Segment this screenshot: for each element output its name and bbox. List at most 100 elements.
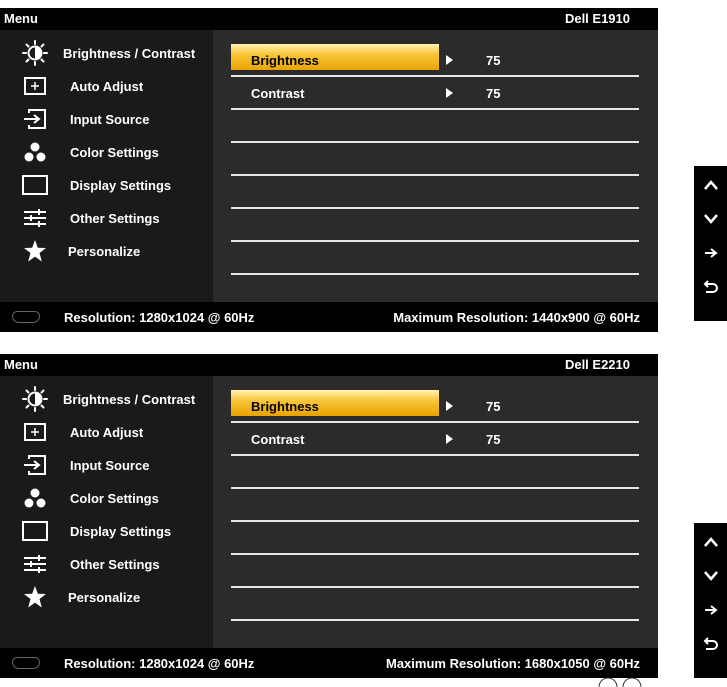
right-arrow-icon <box>704 605 718 615</box>
menu-item-label: Input Source <box>70 458 150 473</box>
menu-title: Menu <box>4 357 38 372</box>
status-bar: Resolution: 1280x1024 @ 60Hz Maximum Res… <box>0 648 658 678</box>
submenu-row-empty <box>231 143 639 176</box>
model-title: Dell E1910 <box>564 11 630 26</box>
submenu-row-empty <box>231 110 639 143</box>
personalize-icon <box>20 584 50 610</box>
color-settings-icon <box>20 139 50 165</box>
menu-item-label: Color Settings <box>70 145 159 160</box>
menu-item-personalize[interactable]: Personalize <box>0 581 213 614</box>
osd-title-bar: Menu Dell E2210 <box>0 354 658 376</box>
submenu-panel: Brightness 75 Contrast 75 <box>213 30 658 302</box>
brightness-icon <box>20 40 50 66</box>
osd-title-bar: Menu Dell E1910 <box>0 8 658 30</box>
other-settings-icon <box>20 551 50 577</box>
submenu-row-empty <box>231 522 639 555</box>
menu-item-brightness-contrast[interactable]: Brightness / Contrast <box>0 37 213 70</box>
play-arrow-icon <box>446 401 453 411</box>
menu-item-color-settings[interactable]: Color Settings <box>0 482 213 515</box>
osd-menu-e2210: Menu Dell E2210 Brightness / Contrast Au… <box>0 354 658 678</box>
menu-item-personalize[interactable]: Personalize <box>0 235 213 268</box>
display-settings-icon <box>20 518 50 544</box>
submenu-row-empty <box>231 242 639 275</box>
down-arrow-icon <box>703 214 718 224</box>
down-button[interactable] <box>694 563 727 589</box>
maximum-resolution: Maximum Resolution: 1440x900 @ 60Hz <box>393 310 640 325</box>
submenu-panel: Brightness 75 Contrast 75 <box>213 376 658 648</box>
menu-item-display-settings[interactable]: Display Settings <box>0 515 213 548</box>
enter-button[interactable] <box>694 240 727 266</box>
menu-item-label: Personalize <box>68 590 141 605</box>
submenu-row-empty <box>231 456 639 489</box>
menu-item-label: Auto Adjust <box>70 79 144 94</box>
up-arrow-icon <box>703 537 718 547</box>
auto-adjust-icon <box>20 73 50 99</box>
maximum-resolution: Maximum Resolution: 1680x1050 @ 60Hz <box>386 656 640 671</box>
up-button[interactable] <box>694 529 727 555</box>
menu-item-label: Color Settings <box>70 491 159 506</box>
main-menu: Brightness / Contrast Auto Adjust Input … <box>0 30 213 302</box>
menu-item-label: Other Settings <box>70 211 160 226</box>
submenu-row-brightness[interactable]: Brightness 75 <box>231 390 639 423</box>
back-button[interactable] <box>694 274 727 300</box>
menu-item-display-settings[interactable]: Display Settings <box>0 169 213 202</box>
partial-circle-marks <box>598 677 642 687</box>
menu-item-input-source[interactable]: Input Source <box>0 103 213 136</box>
current-resolution: Resolution: 1280x1024 @ 60Hz <box>64 310 255 325</box>
submenu-label: Contrast <box>251 86 305 101</box>
menu-item-label: Other Settings <box>70 557 160 572</box>
vga-connector-icon <box>12 311 40 323</box>
color-settings-icon <box>20 485 50 511</box>
contrast-value: 75 <box>486 86 501 101</box>
down-button[interactable] <box>694 206 727 232</box>
submenu-row-empty <box>231 588 639 621</box>
display-settings-icon <box>20 172 50 198</box>
osd-button-strip <box>694 166 727 321</box>
menu-item-label: Display Settings <box>70 178 172 193</box>
menu-item-other-settings[interactable]: Other Settings <box>0 548 213 581</box>
menu-item-auto-adjust[interactable]: Auto Adjust <box>0 70 213 103</box>
submenu-row-empty <box>231 176 639 209</box>
osd-menu-e1910: Menu Dell E1910 Brightness / Contrast Au… <box>0 8 658 332</box>
menu-item-label: Auto Adjust <box>70 425 144 440</box>
menu-item-brightness-contrast[interactable]: Brightness / Contrast <box>0 383 213 416</box>
main-menu: Brightness / Contrast Auto Adjust Input … <box>0 376 213 648</box>
row-divider <box>231 273 639 275</box>
submenu-row-contrast[interactable]: Contrast 75 <box>231 423 639 456</box>
submenu-label: Brightness <box>251 53 319 68</box>
input-source-icon <box>20 452 50 478</box>
up-button[interactable] <box>694 172 727 198</box>
contrast-value: 75 <box>486 432 501 447</box>
down-arrow-icon <box>703 571 718 581</box>
menu-item-label: Brightness / Contrast <box>63 392 196 407</box>
right-arrow-icon <box>704 248 718 258</box>
menu-item-other-settings[interactable]: Other Settings <box>0 202 213 235</box>
back-button[interactable] <box>694 631 727 657</box>
play-arrow-icon <box>446 88 453 98</box>
other-settings-icon <box>20 205 50 231</box>
row-divider <box>231 619 639 621</box>
back-icon <box>703 280 718 293</box>
submenu-row-brightness[interactable]: Brightness 75 <box>231 44 639 77</box>
submenu-row-empty <box>231 209 639 242</box>
submenu-row-contrast[interactable]: Contrast 75 <box>231 77 639 110</box>
menu-item-color-settings[interactable]: Color Settings <box>0 136 213 169</box>
status-bar: Resolution: 1280x1024 @ 60Hz Maximum Res… <box>0 302 658 332</box>
up-arrow-icon <box>703 180 718 190</box>
osd-button-strip <box>694 523 727 678</box>
input-source-icon <box>20 106 50 132</box>
menu-item-label: Input Source <box>70 112 150 127</box>
personalize-icon <box>20 238 50 264</box>
menu-item-label: Brightness / Contrast <box>63 46 196 61</box>
menu-item-label: Display Settings <box>70 524 172 539</box>
brightness-value: 75 <box>486 399 501 414</box>
submenu-row-empty <box>231 489 639 522</box>
play-arrow-icon <box>446 434 453 444</box>
menu-item-auto-adjust[interactable]: Auto Adjust <box>0 416 213 449</box>
play-arrow-icon <box>446 55 453 65</box>
back-icon <box>703 637 718 650</box>
brightness-icon <box>20 386 50 412</box>
submenu-row-empty <box>231 555 639 588</box>
menu-item-input-source[interactable]: Input Source <box>0 449 213 482</box>
enter-button[interactable] <box>694 597 727 623</box>
